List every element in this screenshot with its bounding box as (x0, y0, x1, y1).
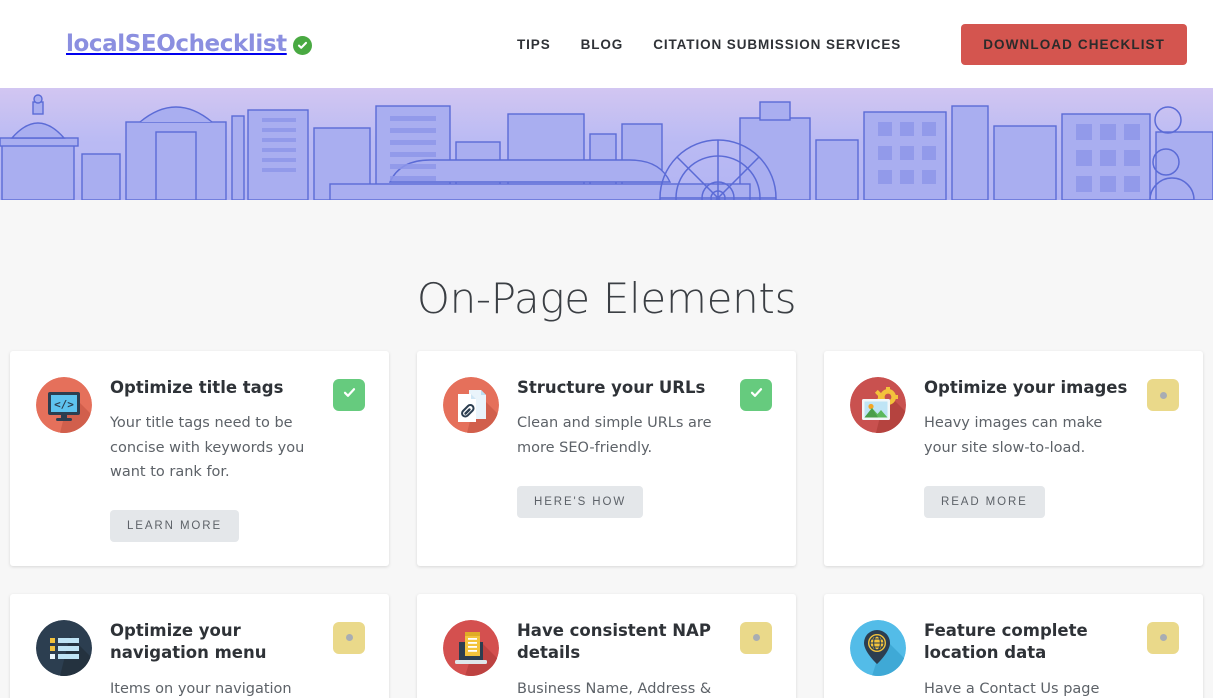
checklist-checkbox-todo[interactable] (1147, 621, 1179, 654)
check-icon (748, 384, 765, 406)
green-check-circle-icon (292, 35, 312, 55)
card-icon (443, 377, 499, 542)
card-title: Feature complete location data (924, 620, 1088, 663)
card-body: Have consistent NAP details Business Nam… (517, 620, 722, 698)
card-body: Optimize title tags Your title tags need… (110, 377, 315, 542)
card-description: Clean and simple URLs are more SEO-frien… (517, 415, 712, 456)
card-description: Business Name, Address & Phone number ne… (517, 680, 712, 697)
download-checklist-button[interactable]: DOWNLOAD CHECKLIST (961, 23, 1187, 65)
checklist-checkbox-done[interactable] (740, 379, 772, 411)
site-logo[interactable]: localSEOchecklist (66, 31, 312, 57)
card-body: Feature complete location data Have a Co… (924, 620, 1129, 698)
card-description: Items on your navigation (110, 680, 292, 697)
card-checkbox-wrap (1147, 620, 1179, 698)
site-header: localSEOchecklist TIPS BLOG CITATION SUB… (0, 0, 1213, 88)
dot-icon (1159, 634, 1167, 642)
card-body: Structure your URLs Clean and simple URL… (517, 377, 722, 542)
card-checkbox-wrap (740, 620, 772, 698)
card-title: Have consistent NAP details (517, 620, 711, 663)
code-monitor-icon: </> (36, 377, 92, 433)
check-icon (341, 384, 358, 406)
checklist-card: Structure your URLs Clean and simple URL… (417, 351, 796, 566)
card-checkbox-wrap (1147, 377, 1179, 542)
svg-text:</>: </> (54, 398, 74, 411)
checklist-card: </> Optimize title tags Your title tags … (10, 351, 389, 566)
checklist-card: Have consistent NAP details Business Nam… (417, 593, 796, 698)
image-gear-icon (850, 377, 906, 433)
card-title: Optimize your navigation menu (110, 620, 267, 663)
card-checkbox-wrap (333, 377, 365, 542)
checklist-checkbox-todo[interactable] (333, 621, 365, 654)
main-content: On-Page Elements </> Optimize title tags… (0, 200, 1213, 698)
card-title: Optimize your images (924, 378, 1128, 397)
card-action-button[interactable]: HERE'S HOW (517, 485, 644, 518)
card-action-button[interactable]: READ MORE (924, 485, 1045, 518)
city-skyline-illustration (0, 88, 1213, 200)
card-title: Structure your URLs (517, 378, 706, 397)
laptop-document-icon (443, 619, 499, 676)
card-body: Optimize your navigation menu Items on y… (110, 620, 315, 698)
dot-icon (345, 634, 353, 642)
card-icon (850, 619, 906, 698)
checklist-card: Optimize your images Heavy images can ma… (824, 351, 1203, 566)
nav-link-citation-submission-services[interactable]: CITATION SUBMISSION SERVICES (653, 37, 901, 52)
dot-icon (752, 634, 760, 642)
map-pin-globe-icon (850, 619, 906, 676)
card-body: Optimize your images Heavy images can ma… (924, 377, 1129, 542)
page-title: On-Page Elements (416, 274, 797, 323)
card-icon: </> (36, 377, 92, 542)
checklist-card: Feature complete location data Have a Co… (824, 593, 1203, 698)
card-description: Have a Contact Us page (924, 680, 1100, 697)
card-icon (850, 377, 906, 542)
checklist-card: Optimize your navigation menu Items on y… (10, 593, 389, 698)
card-description: Heavy images can make your site slow-to-… (924, 415, 1103, 456)
card-checkbox-wrap (740, 377, 772, 542)
card-icon (36, 619, 92, 698)
checklist-grid: </> Optimize title tags Your title tags … (10, 351, 1203, 698)
checklist-checkbox-todo[interactable] (740, 621, 772, 654)
logo-text: localSEOchecklist (66, 31, 287, 57)
nav-link-blog[interactable]: BLOG (581, 37, 624, 52)
card-description: Your title tags need to be concise with … (110, 415, 305, 480)
hero-banner (0, 88, 1213, 200)
main-navigation: TIPS BLOG CITATION SUBMISSION SERVICES D… (517, 23, 1187, 65)
checklist-checkbox-todo[interactable] (1147, 379, 1179, 411)
list-menu-icon (36, 619, 92, 676)
checklist-checkbox-done[interactable] (333, 379, 365, 411)
card-icon (443, 619, 499, 698)
card-checkbox-wrap (333, 620, 365, 698)
dot-icon (1159, 391, 1167, 399)
card-title: Optimize title tags (110, 378, 284, 397)
document-link-icon (443, 377, 499, 433)
card-action-button[interactable]: LEARN MORE (110, 509, 240, 542)
nav-link-tips[interactable]: TIPS (517, 37, 551, 52)
